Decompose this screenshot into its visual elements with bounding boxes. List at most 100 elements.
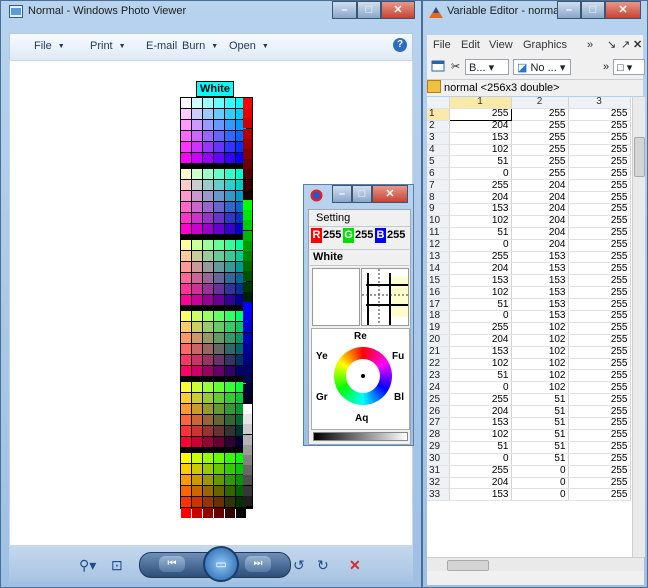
table-cell[interactable]: 51 — [449, 369, 512, 383]
table-row[interactable]: 2 204 255 255 — [427, 120, 631, 133]
row-header[interactable]: 21 — [427, 346, 450, 359]
delete-icon[interactable]: ✕ — [349, 557, 361, 574]
table-cell[interactable]: 255 — [511, 167, 569, 181]
table-cell[interactable]: 102 — [511, 369, 569, 383]
photo-viewer-titlebar[interactable]: Normal - Windows Photo Viewer – □ ✕ — [1, 1, 421, 23]
row-header[interactable]: 15 — [427, 274, 450, 288]
table-row[interactable]: 14 204 153 255 — [427, 262, 631, 276]
table-cell[interactable]: 255 — [568, 203, 631, 216]
row-header[interactable]: 3 — [427, 132, 450, 145]
ve-menu-file[interactable]: File — [433, 39, 451, 51]
color-tool-maximize-button[interactable]: □ — [352, 185, 372, 203]
column-header-1[interactable]: 1 — [449, 97, 512, 109]
vertical-scrollbar[interactable] — [632, 97, 645, 557]
layout-dropdown[interactable]: □ ▾ — [613, 59, 645, 75]
row-header[interactable]: 27 — [427, 417, 450, 430]
dock-icon[interactable]: ↗ — [621, 38, 630, 51]
table-row[interactable]: 10 102 204 255 — [427, 215, 631, 228]
table-cell[interactable]: 255 — [568, 144, 631, 157]
table-cell[interactable]: 51 — [511, 405, 569, 419]
table-cell[interactable]: 255 — [568, 132, 631, 145]
table-cell[interactable]: 255 — [568, 322, 631, 335]
table-row[interactable]: 18 0 153 255 — [427, 310, 631, 323]
table-row[interactable]: 19 255 102 255 — [427, 322, 631, 335]
table-row[interactable]: 23 51 102 255 — [427, 369, 631, 383]
zoom-icon[interactable]: ⚲▾ — [79, 557, 96, 574]
ve-minimize-button[interactable]: – — [557, 1, 581, 19]
table-row[interactable]: 4 102 255 255 — [427, 144, 631, 157]
row-header[interactable]: 29 — [427, 441, 450, 454]
table-row[interactable]: 6 0 255 255 — [427, 167, 631, 181]
menu-print[interactable]: Print ▼ — [90, 40, 126, 52]
table-cell[interactable]: 255 — [449, 179, 512, 193]
column-header-2[interactable]: 2 — [511, 97, 569, 109]
table-row[interactable]: 29 51 51 255 — [427, 441, 631, 454]
table-cell[interactable]: 255 — [449, 322, 512, 335]
table-cell[interactable]: 255 — [568, 274, 631, 288]
table-cell[interactable]: 204 — [449, 477, 512, 490]
row-header[interactable]: 23 — [427, 369, 450, 383]
table-cell[interactable]: 51 — [511, 393, 569, 407]
table-cell[interactable]: 255 — [568, 346, 631, 359]
table-cell[interactable]: 204 — [511, 239, 569, 252]
ve-close-button[interactable]: ✕ — [605, 1, 641, 19]
table-cell[interactable]: 102 — [449, 144, 512, 157]
table-cell[interactable]: 255 — [568, 477, 631, 490]
table-cell[interactable]: 255 — [568, 488, 631, 502]
table-cell[interactable]: 255 — [511, 132, 569, 145]
table-cell[interactable]: 102 — [511, 322, 569, 335]
table-cell[interactable]: 255 — [568, 429, 631, 442]
table-cell[interactable]: 51 — [511, 417, 569, 430]
hue-wheel[interactable] — [334, 347, 392, 405]
table-row[interactable]: 17 51 153 255 — [427, 298, 631, 312]
table-row[interactable]: 9 153 204 255 — [427, 203, 631, 216]
table-row[interactable]: 32 204 0 255 — [427, 477, 631, 490]
hue-wheel-area[interactable]: Re Fu Bl Aq Gr Ye — [311, 328, 410, 430]
table-row[interactable]: 24 0 102 255 — [427, 381, 631, 395]
table-cell[interactable]: 255 — [568, 155, 631, 169]
row-header[interactable]: 24 — [427, 381, 450, 395]
table-cell[interactable]: 51 — [449, 441, 512, 454]
row-header[interactable]: 7 — [427, 179, 450, 193]
table-cell[interactable]: 255 — [568, 441, 631, 454]
table-cell[interactable]: 255 — [511, 144, 569, 157]
table-cell[interactable]: 255 — [511, 155, 569, 169]
table-cell[interactable]: 255 — [568, 465, 631, 478]
table-cell[interactable]: 255 — [568, 167, 631, 181]
h-scroll-thumb[interactable] — [447, 560, 489, 571]
table-row[interactable]: 28 102 51 255 — [427, 429, 631, 442]
table-cell[interactable]: 255 — [568, 393, 631, 407]
table-cell[interactable]: 255 — [568, 120, 631, 133]
row-header[interactable]: 17 — [427, 298, 450, 312]
setting-menu[interactable]: Setting — [309, 210, 410, 227]
table-cell[interactable]: 153 — [511, 298, 569, 312]
previous-button[interactable]: ⏮ — [159, 556, 185, 572]
table-cell[interactable]: 0 — [511, 477, 569, 490]
table-cell[interactable]: 153 — [511, 262, 569, 276]
row-header[interactable]: 12 — [427, 239, 450, 252]
table-cell[interactable]: 153 — [511, 310, 569, 323]
rotate-ccw-icon[interactable]: ↺ — [293, 557, 305, 574]
variable-editor-titlebar[interactable]: Variable Editor - normal – □ ✕ — [423, 1, 647, 23]
close-button[interactable]: ✕ — [381, 1, 415, 19]
table-row[interactable]: 21 153 102 255 — [427, 346, 631, 359]
row-header[interactable]: 10 — [427, 215, 450, 228]
row-header[interactable]: 11 — [427, 227, 450, 240]
table-cell[interactable]: 255 — [449, 393, 512, 407]
rotate-cw-icon[interactable]: ↻ — [317, 557, 329, 574]
table-cell[interactable]: 153 — [449, 203, 512, 216]
table-cell[interactable]: 102 — [511, 346, 569, 359]
maximize-button[interactable]: □ — [357, 1, 381, 19]
gray-scale-slider[interactable] — [313, 432, 408, 441]
table-cell[interactable]: 153 — [511, 286, 569, 300]
table-cell[interactable]: 0 — [449, 453, 512, 466]
table-row[interactable]: 1 255 255 255 — [427, 107, 631, 121]
table-row[interactable]: 26 204 51 255 — [427, 405, 631, 419]
table-row[interactable]: 15 153 153 255 — [427, 274, 631, 288]
table-cell[interactable]: 255 — [568, 405, 631, 419]
cut-icon[interactable]: ✂ — [451, 59, 460, 75]
table-cell[interactable]: 255 — [568, 417, 631, 430]
table-cell[interactable]: 0 — [449, 381, 512, 395]
table-cell[interactable]: 102 — [449, 286, 512, 300]
table-cell[interactable]: 255 — [568, 191, 631, 205]
